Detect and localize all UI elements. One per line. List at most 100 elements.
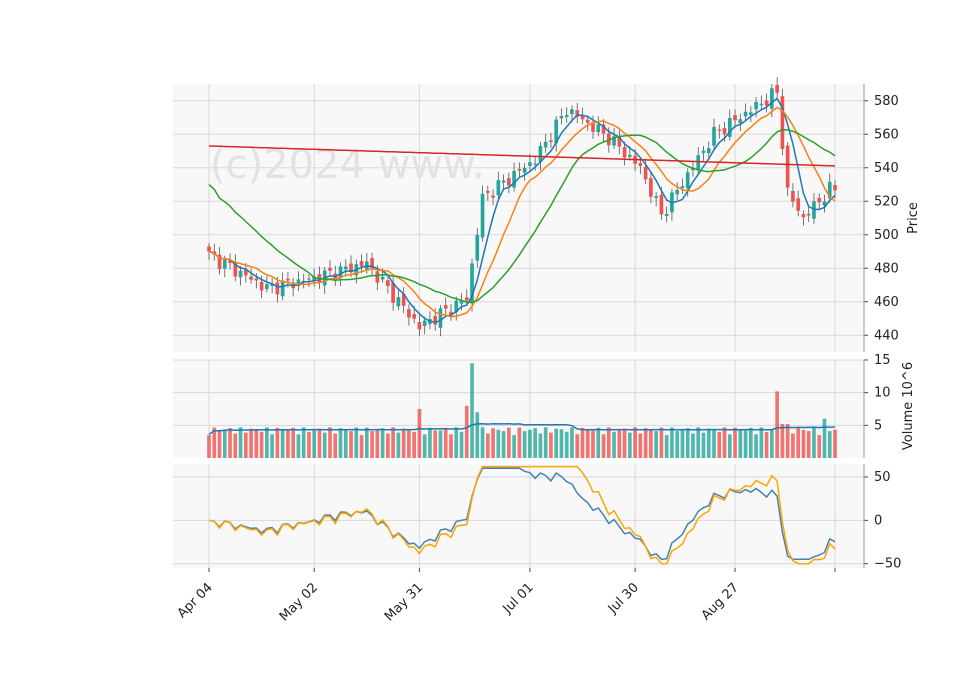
volume-bar: [354, 427, 359, 458]
candle-body: [433, 315, 438, 325]
volume-bar: [638, 433, 643, 458]
volume-bar: [733, 427, 737, 458]
volume-bar: [580, 427, 585, 458]
x-tick-label: Jul 30: [605, 580, 642, 617]
oscillator-panel-bg: [173, 464, 864, 568]
x-tick-label: May 02: [277, 580, 321, 624]
candle-body: [806, 213, 811, 216]
stock-chart: (c)2024 www. Apr 04 May 02 May 31 Jul 01 Jul…: [173, 77, 921, 624]
volume-bar: [812, 427, 816, 458]
volume-bar: [543, 427, 548, 458]
candle-body: [801, 214, 806, 218]
candle-body: [480, 193, 485, 238]
volume-bar: [596, 427, 601, 458]
volume-bar: [801, 429, 806, 458]
volume-bar: [491, 428, 495, 458]
candle-body: [507, 178, 511, 186]
volume-bar: [612, 431, 616, 458]
candle-body: [596, 124, 601, 133]
candle-body: [549, 140, 553, 142]
candle-body: [675, 189, 680, 195]
x-tick-label: May 31: [382, 580, 426, 624]
volume-bar: [454, 427, 459, 458]
candle-body: [543, 141, 548, 148]
volume-bar: [617, 429, 622, 458]
candle-body: [364, 261, 369, 270]
volume-bar: [785, 424, 790, 458]
volume-bar: [591, 430, 595, 458]
volume-bar: [791, 433, 795, 458]
watermark: (c)2024 www.: [210, 142, 485, 188]
volume-bar: [570, 427, 574, 458]
volume-bar: [670, 427, 674, 458]
volume-bar: [649, 429, 653, 458]
candle-body: [238, 270, 243, 278]
candle-body: [407, 309, 411, 318]
volume-bar: [265, 427, 269, 458]
candle-body: [475, 234, 480, 261]
candle-body: [738, 119, 743, 124]
candle-body: [286, 278, 290, 281]
volume-bar: [480, 427, 485, 458]
candle-body: [464, 297, 469, 301]
candle-body: [580, 116, 585, 120]
volume-bar: [712, 429, 716, 458]
volume-bar: [270, 434, 274, 458]
volume-bar: [817, 435, 822, 458]
candle-body: [343, 266, 348, 270]
volume-bar: [717, 431, 722, 458]
volume-bar: [449, 434, 453, 458]
candle-body: [780, 96, 785, 149]
volume-bar: [628, 432, 632, 458]
volume-bar: [375, 429, 380, 458]
volume-bar: [401, 428, 406, 458]
volume-bar: [475, 412, 480, 458]
volume-bar: [275, 427, 280, 458]
price-tick-label: 580: [874, 94, 899, 109]
candle-body: [254, 278, 259, 281]
candle-body: [512, 170, 516, 188]
volume-bar: [412, 431, 416, 458]
candle-body: [249, 276, 253, 280]
volume-bar: [633, 427, 637, 458]
volume-bar: [691, 433, 695, 458]
candle-body: [733, 115, 737, 121]
volume-bar: [727, 434, 732, 458]
volume-bar: [259, 431, 264, 458]
volume-bar: [822, 418, 827, 458]
oscillator-tick-label: −50: [874, 557, 901, 572]
volume-bar: [743, 430, 748, 458]
volume-bar: [286, 430, 290, 458]
candle-body: [496, 180, 501, 196]
candle-body: [307, 278, 311, 280]
candle-body: [706, 148, 711, 154]
price-tick-label: 560: [874, 127, 899, 142]
volume-bar: [806, 431, 811, 458]
candle-body: [422, 320, 427, 326]
candle-body: [585, 119, 590, 123]
volume-bar: [585, 430, 590, 458]
candle-body: [759, 103, 764, 106]
price-tick-label: 540: [874, 161, 899, 176]
volume-bar: [291, 427, 295, 458]
candle-body: [222, 259, 227, 269]
volume-bar: [407, 429, 411, 458]
volume-bar: [343, 429, 348, 458]
volume-bar: [386, 433, 390, 458]
volume-bar: [380, 428, 385, 458]
candle-body: [265, 284, 269, 289]
candle-body: [207, 246, 211, 252]
volume-bar: [496, 429, 501, 458]
volume-bar: [428, 427, 432, 458]
candle-body: [712, 127, 716, 146]
volume-bar: [749, 427, 753, 458]
volume-bar: [764, 431, 769, 458]
volume-bar: [233, 433, 238, 458]
candle-body: [696, 155, 701, 171]
volume-bar: [438, 430, 443, 458]
volume-bar: [554, 428, 559, 458]
volume-bar: [301, 427, 306, 458]
candle-body: [638, 163, 643, 166]
candle-body: [491, 195, 495, 198]
volume-bar: [249, 428, 253, 458]
